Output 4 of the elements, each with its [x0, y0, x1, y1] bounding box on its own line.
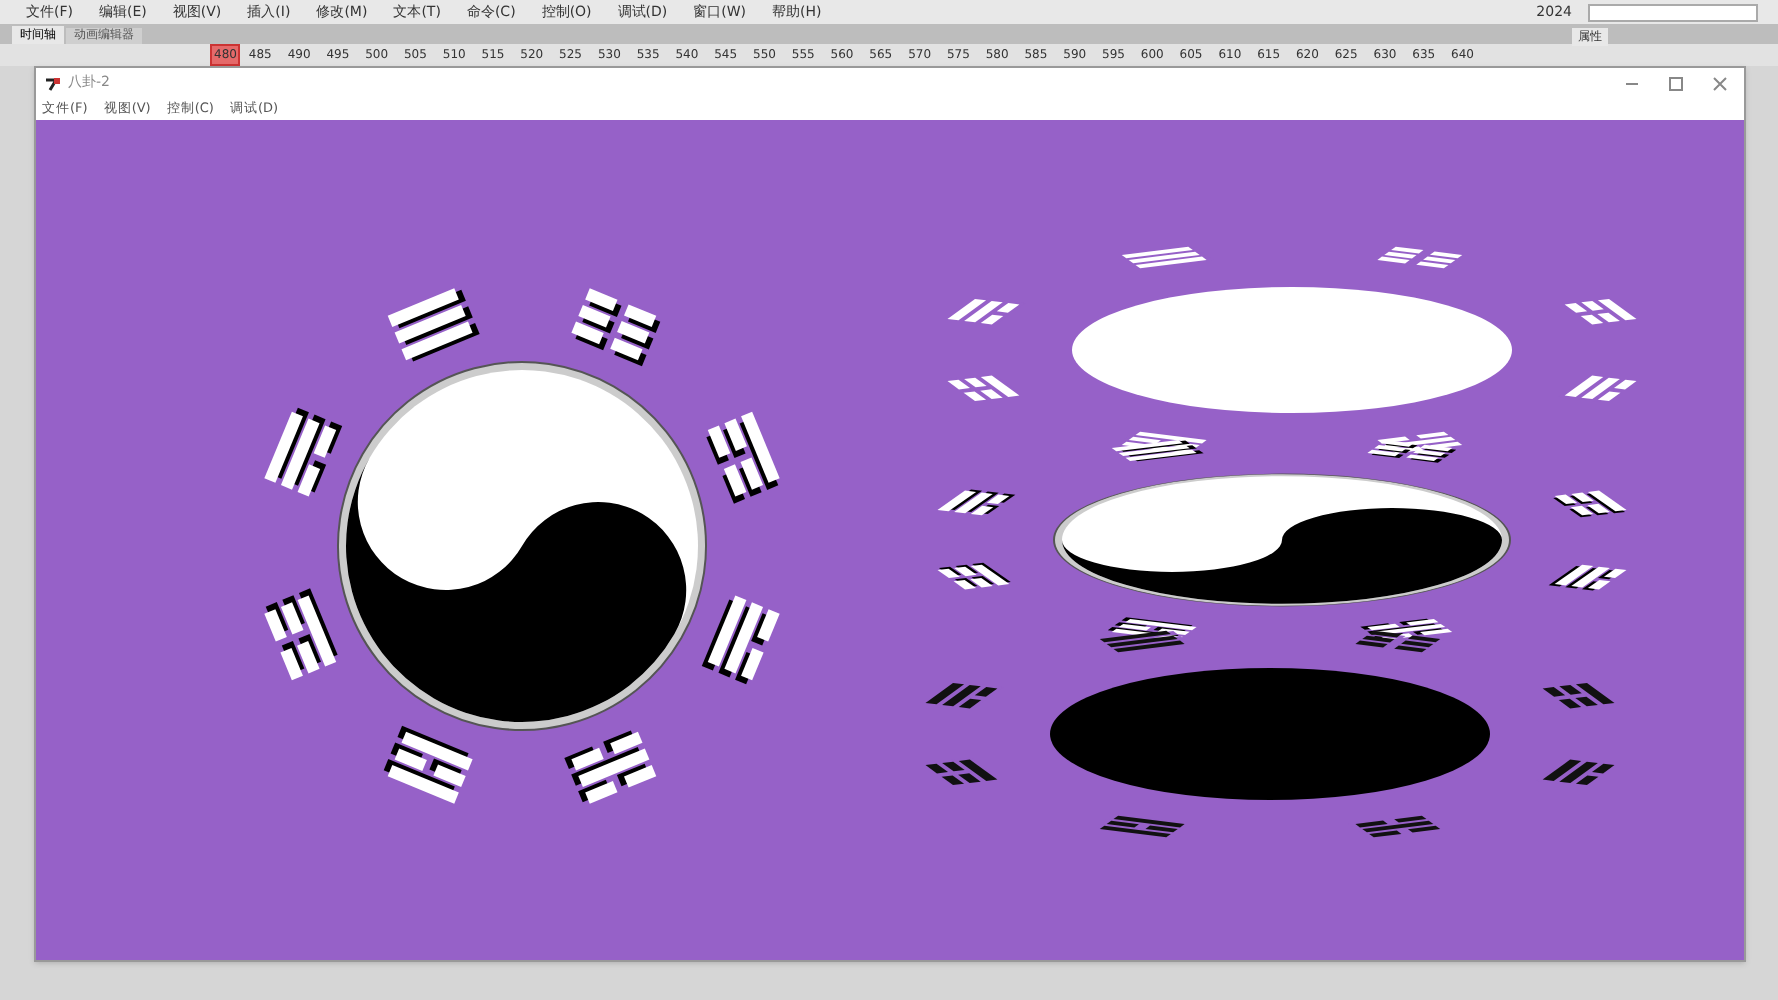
- maximize-icon[interactable]: [1668, 75, 1684, 91]
- close-icon[interactable]: [1712, 75, 1728, 91]
- search-field[interactable]: [1588, 3, 1758, 21]
- app-icon: [44, 75, 60, 91]
